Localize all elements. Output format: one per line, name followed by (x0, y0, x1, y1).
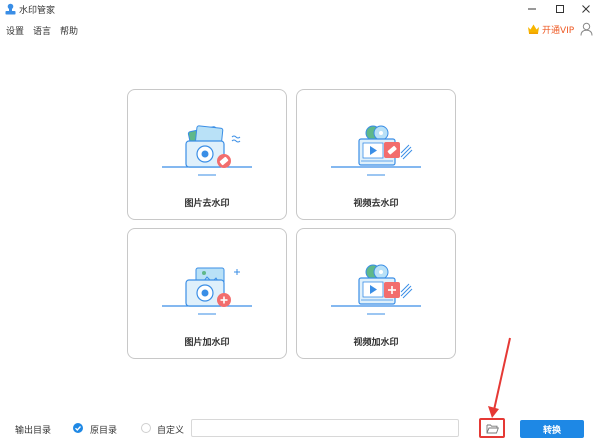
card-video-add-watermark[interactable]: 视频加水印 (296, 228, 456, 359)
output-path-input[interactable] (191, 419, 459, 437)
minimize-icon (528, 8, 536, 10)
user-icon[interactable] (580, 22, 593, 36)
card-label: 图片去水印 (184, 199, 230, 209)
video-eraser-icon (331, 125, 421, 176)
card-image-remove-watermark[interactable]: 图片去水印 (127, 89, 287, 220)
maximize-icon (556, 5, 564, 13)
browse-folder-button[interactable] (479, 418, 505, 438)
radio-original-directory[interactable] (73, 423, 83, 433)
crown-icon (528, 24, 539, 34)
card-label: 图片加水印 (184, 338, 230, 348)
vip-label: 开通VIP (542, 25, 575, 36)
card-video-remove-watermark[interactable]: 视频去水印 (296, 89, 456, 220)
radio-label-custom: 自定义 (157, 426, 185, 436)
folder-open-icon (486, 424, 499, 433)
annotation-arrow-icon (488, 337, 511, 418)
vip-button[interactable]: 开通VIP (527, 22, 574, 36)
close-icon (582, 5, 590, 13)
close-button[interactable] (572, 0, 600, 18)
radio-custom-directory[interactable] (141, 423, 151, 433)
card-image-add-watermark[interactable]: 图片加水印 (127, 228, 287, 359)
menu-item-language[interactable]: 语言 (33, 24, 51, 37)
radio-label-original: 原目录 (90, 426, 118, 436)
check-icon (75, 426, 81, 431)
convert-button[interactable]: 转换 (520, 420, 584, 438)
title-bar: 水印管家 (0, 0, 600, 18)
menu-item-help[interactable]: 帮助 (60, 24, 78, 37)
output-directory-label: 输出目录 (15, 426, 52, 436)
maximize-button[interactable] (546, 0, 574, 18)
menu-item-settings[interactable]: 设置 (6, 24, 24, 37)
minimize-button[interactable] (518, 0, 546, 18)
photo-camera-eraser-icon (162, 125, 252, 176)
video-add-icon (331, 264, 421, 315)
card-label: 视频去水印 (353, 199, 399, 209)
menu-bar: 设置 语言 帮助 (0, 20, 600, 38)
stamp-logo-icon (5, 3, 16, 15)
photo-camera-add-icon (162, 267, 252, 315)
output-bar: 输出目录 原目录 自定义 转换 (0, 418, 600, 440)
window-title: 水印管家 (19, 6, 56, 16)
card-label: 视频加水印 (353, 338, 399, 348)
